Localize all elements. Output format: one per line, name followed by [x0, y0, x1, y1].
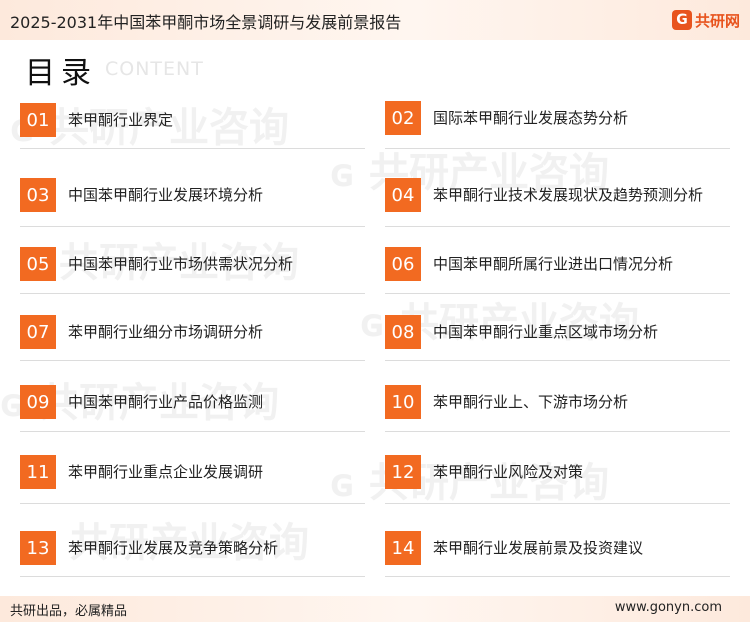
toc-item-number: 03 — [20, 178, 56, 212]
toc-item-label: 中国苯甲酮行业发展环境分析 — [68, 185, 264, 204]
toc-subtitle: CONTENT — [105, 58, 204, 80]
toc-item-label: 苯甲酮行业发展及竞争策略分析 — [68, 538, 279, 557]
toc-item-label: 苯甲酮行业界定 — [68, 110, 174, 129]
header-bar: 2025-2031年中国苯甲酮市场全景调研与发展前景报告 G 共研网 — [0, 0, 750, 40]
toc-item-number: 14 — [385, 531, 421, 565]
toc-item-number: 01 — [20, 103, 56, 137]
toc-item-number: 09 — [20, 385, 56, 419]
divider — [20, 293, 365, 294]
divider — [20, 226, 365, 227]
toc-item-number: 07 — [20, 315, 56, 349]
divider — [385, 148, 730, 149]
divider — [385, 226, 730, 227]
brand-logo-icon: G — [671, 10, 692, 30]
divider — [385, 503, 730, 504]
footer-bar: 共研出品，必属精品 www.gonyn.com — [0, 596, 750, 622]
toc-item-label: 中国苯甲酮行业产品价格监测 — [68, 392, 264, 411]
toc-item-number: 11 — [20, 455, 56, 489]
divider — [20, 148, 365, 149]
footer-slogan: 共研出品，必属精品 — [10, 604, 128, 619]
toc-item-label: 苯甲酮行业发展前景及投资建议 — [433, 538, 644, 557]
divider — [20, 576, 365, 577]
divider — [385, 576, 730, 577]
footer-website[interactable]: www.gonyn.com — [615, 600, 722, 615]
brand-logo: G 共研网 — [671, 8, 740, 32]
divider — [20, 360, 365, 361]
toc-title: 目录 — [25, 56, 97, 91]
toc-item-number: 13 — [20, 531, 56, 565]
toc-item-label: 苯甲酮行业技术发展现状及趋势预测分析 — [433, 185, 704, 204]
toc-item-label: 国际苯甲酮行业发展态势分析 — [433, 108, 629, 127]
toc-item-label: 中国苯甲酮行业重点区域市场分析 — [433, 322, 659, 341]
divider — [20, 431, 365, 432]
toc-item-label: 中国苯甲酮行业市场供需状况分析 — [68, 254, 294, 273]
toc-item-number: 10 — [385, 385, 421, 419]
toc-item-number: 08 — [385, 315, 421, 349]
toc-item-number: 04 — [385, 178, 421, 212]
divider — [385, 431, 730, 432]
toc-item-label: 苯甲酮行业风险及对策 — [433, 462, 584, 481]
toc-item-number: 02 — [385, 101, 421, 135]
divider — [385, 360, 730, 361]
toc-item-number: 05 — [20, 247, 56, 281]
toc-item-label: 中国苯甲酮所属行业进出口情况分析 — [433, 254, 674, 273]
toc-item-number: 12 — [385, 455, 421, 489]
toc-item-label: 苯甲酮行业上、下游市场分析 — [433, 392, 629, 411]
toc-item-number: 06 — [385, 247, 421, 281]
report-title: 2025-2031年中国苯甲酮市场全景调研与发展前景报告 — [10, 13, 402, 32]
divider — [385, 293, 730, 294]
divider — [20, 503, 365, 504]
brand-name: 共研网 — [694, 11, 740, 30]
toc-item-label: 苯甲酮行业重点企业发展调研 — [68, 462, 264, 481]
toc-item-label: 苯甲酮行业细分市场调研分析 — [68, 322, 264, 341]
